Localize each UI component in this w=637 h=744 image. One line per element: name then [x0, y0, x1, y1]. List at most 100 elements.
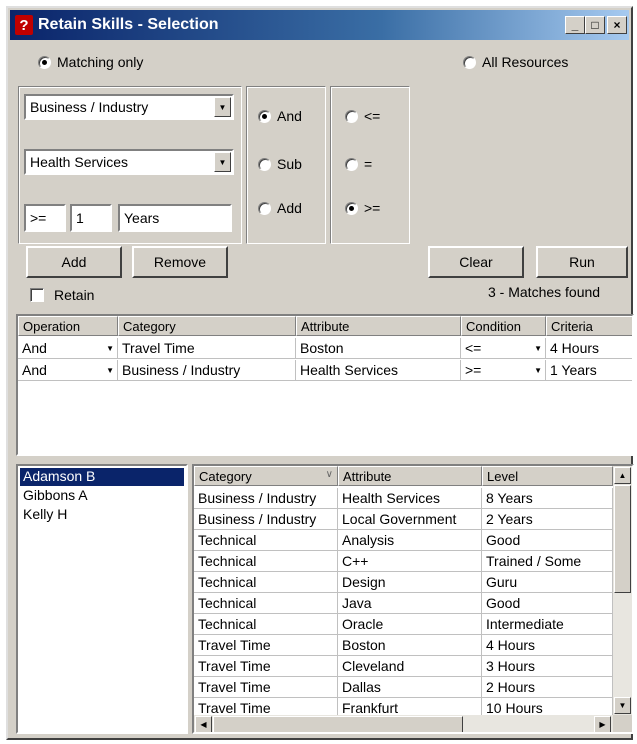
level-cell[interactable]: 2 Hours [482, 677, 613, 698]
all-resources-radio[interactable]: All Resources [463, 54, 568, 70]
greater-equal-radio[interactable]: >= [345, 200, 380, 216]
category-cell[interactable]: Technical [194, 614, 338, 635]
category-cell[interactable]: Travel Time [194, 635, 338, 656]
category-cell[interactable]: Technical [194, 572, 338, 593]
category-cell[interactable]: Business / Industry [194, 488, 338, 509]
attribute-cell[interactable]: Health Services [338, 488, 482, 509]
attribute-cell[interactable]: Cleveland [338, 656, 482, 677]
minimize-button[interactable]: _ [565, 16, 585, 34]
radio-dot [258, 157, 271, 171]
level-cell[interactable]: 2 Years [482, 509, 613, 530]
column-header[interactable]: Level [482, 466, 613, 486]
attribute-cell[interactable]: Health Services [296, 360, 461, 381]
retain-checkbox[interactable] [30, 288, 44, 302]
condition-cell[interactable]: <= ▼ [461, 338, 546, 359]
comparator-field[interactable]: >= [24, 204, 66, 232]
chevron-down-icon[interactable]: ▼ [106, 366, 114, 375]
category-cell[interactable]: Technical [194, 551, 338, 572]
scroll-right-icon[interactable]: ▶ [594, 716, 611, 732]
level-cell[interactable]: 8 Years [482, 488, 613, 509]
list-item[interactable]: Gibbons A [20, 487, 184, 505]
resize-grip-icon[interactable] [613, 715, 632, 732]
attribute-cell[interactable]: Dallas [338, 677, 482, 698]
attribute-select[interactable]: Health Services ▼ [24, 149, 234, 175]
chevron-down-icon[interactable]: ▼ [534, 366, 542, 375]
category-cell[interactable]: Business / Industry [118, 360, 296, 381]
column-header[interactable]: Attribute [296, 316, 461, 336]
operation-cell[interactable]: And ▼ [18, 360, 118, 381]
sub-label: Sub [277, 156, 302, 172]
and-radio[interactable]: And [258, 108, 302, 124]
attribute-cell[interactable]: Design [338, 572, 482, 593]
app-icon: ? [15, 15, 33, 35]
column-header[interactable]: Category ∨ [194, 466, 338, 486]
vertical-scrollbar[interactable]: ▲ ▼ [613, 466, 632, 715]
attribute-cell[interactable]: Java [338, 593, 482, 614]
less-equal-radio[interactable]: <= [345, 108, 380, 124]
remove-button[interactable]: Remove [132, 246, 228, 278]
attribute-cell[interactable]: Oracle [338, 614, 482, 635]
condition-cell[interactable]: >= ▼ [461, 360, 546, 381]
scroll-thumb[interactable] [213, 716, 463, 732]
chevron-down-icon[interactable]: ▼ [214, 97, 231, 117]
sub-radio[interactable]: Sub [258, 156, 302, 172]
column-header[interactable]: Category [118, 316, 296, 336]
chevron-down-icon[interactable]: ▼ [214, 152, 231, 172]
level-cell[interactable]: Intermediate [482, 614, 613, 635]
column-header[interactable]: Operation [18, 316, 118, 336]
category-select[interactable]: Business / Industry ▼ [24, 94, 234, 120]
level-cell[interactable]: Good [482, 530, 613, 551]
horizontal-scrollbar[interactable]: ◀ ▶ [194, 715, 613, 732]
level-cell[interactable]: Good [482, 593, 613, 614]
category-cell[interactable]: Travel Time [118, 338, 296, 359]
column-header[interactable]: Criteria [546, 316, 632, 336]
column-header[interactable]: Condition [461, 316, 546, 336]
radio-dot [38, 55, 51, 69]
level-cell[interactable]: Guru [482, 572, 613, 593]
chevron-down-icon[interactable]: ▼ [106, 344, 114, 353]
scroll-thumb[interactable] [614, 485, 631, 593]
attribute-cell[interactable]: Analysis [338, 530, 482, 551]
value-field[interactable]: 1 [70, 204, 112, 232]
title-bar[interactable]: ? Retain Skills - Selection _ □ × [10, 10, 629, 40]
attribute-cell[interactable]: Local Government [338, 509, 482, 530]
scroll-left-icon[interactable]: ◀ [195, 716, 212, 732]
category-cell[interactable]: Travel Time [194, 656, 338, 677]
retain-label: Retain [54, 287, 95, 303]
unit-field[interactable]: Years [118, 204, 232, 232]
level-cell[interactable]: 4 Hours [482, 635, 613, 656]
window-title: Retain Skills - Selection [38, 16, 219, 33]
scroll-up-icon[interactable]: ▲ [614, 467, 631, 484]
chevron-down-icon[interactable]: ▼ [534, 344, 542, 353]
criteria-cell[interactable]: 1 Years [546, 360, 632, 381]
equal-radio[interactable]: = [345, 156, 372, 172]
radio-dot [345, 157, 358, 171]
list-item[interactable]: Kelly H [20, 506, 184, 524]
category-cell[interactable]: Technical [194, 530, 338, 551]
clear-button[interactable]: Clear [428, 246, 524, 278]
list-item[interactable]: Adamson B [19, 467, 185, 487]
category-cell[interactable]: Business / Industry [194, 509, 338, 530]
category-cell[interactable]: Travel Time [194, 677, 338, 698]
operation-cell[interactable]: And ▼ [18, 338, 118, 359]
category-value: Business / Industry [30, 99, 149, 115]
category-cell[interactable]: Technical [194, 593, 338, 614]
add-button[interactable]: Add [26, 246, 122, 278]
level-cell[interactable]: Trained / Some [482, 551, 613, 572]
criteria-cell[interactable]: 4 Hours [546, 338, 632, 359]
level-cell[interactable]: 3 Hours [482, 656, 613, 677]
attribute-cell[interactable]: Boston [296, 338, 461, 359]
criteria-table: Operation Category Attribute Condition C… [16, 314, 634, 456]
radio-dot [345, 201, 358, 215]
matching-only-radio[interactable]: Matching only [38, 54, 143, 70]
maximize-button[interactable]: □ [585, 16, 605, 34]
attribute-cell[interactable]: C++ [338, 551, 482, 572]
run-button[interactable]: Run [536, 246, 628, 278]
add-label: Add [277, 200, 302, 216]
close-button[interactable]: × [607, 16, 627, 34]
attribute-cell[interactable]: Boston [338, 635, 482, 656]
operation-value: And [22, 362, 47, 378]
scroll-down-icon[interactable]: ▼ [614, 697, 631, 714]
column-header[interactable]: Attribute [338, 466, 482, 486]
add-radio[interactable]: Add [258, 200, 302, 216]
